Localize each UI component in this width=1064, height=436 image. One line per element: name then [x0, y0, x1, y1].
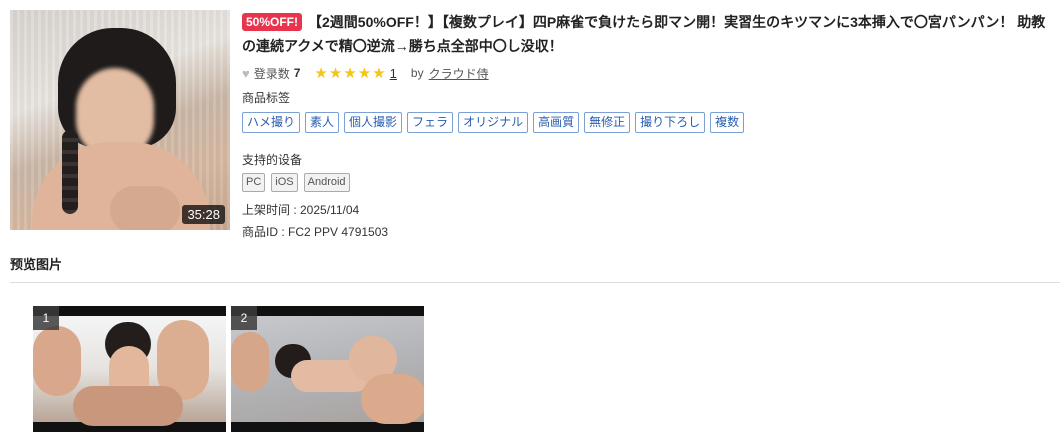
device-badge-android: Android — [303, 173, 350, 192]
favorite-label: 登录数 — [253, 66, 290, 81]
by-label: by — [410, 66, 424, 80]
product-thumbnail[interactable]: 35:28 — [10, 10, 230, 230]
tag-item[interactable]: 無修正 — [584, 112, 631, 133]
product-info: 50%OFF! 【2週間50%OFF！】【複数プレイ】四P麻雀で負けたら即マン開！… — [242, 10, 1057, 239]
device-badge-pc: PC — [242, 173, 266, 192]
preview-scene — [231, 316, 424, 424]
tag-item[interactable]: 撮り下ろし — [635, 112, 706, 133]
preview-figure — [73, 386, 183, 426]
review-count-link[interactable]: 1 — [390, 66, 397, 81]
product-id: 商品ID : FC2 PPV 4791503 — [242, 225, 389, 239]
tag-item[interactable]: ハメ撮り — [242, 112, 301, 133]
tag-item[interactable]: 複数 — [710, 112, 745, 133]
meta-row: ♥ 登录数 7 ★★★★★ 1 by クラウド侍 — [242, 64, 489, 82]
tags-label: 商品标签 — [242, 91, 291, 105]
section-divider — [10, 282, 1060, 283]
device-list: PC iOS Android — [242, 173, 350, 192]
favorite-count: 7 — [293, 66, 301, 80]
thumbnail-figure-braid — [62, 130, 78, 214]
heart-icon[interactable]: ♥ — [242, 66, 250, 81]
preview-scene — [33, 316, 226, 426]
tag-item[interactable]: 個人撮影 — [344, 112, 403, 133]
tag-item[interactable]: オリジナル — [458, 112, 529, 133]
device-badge-ios: iOS — [271, 173, 298, 192]
video-duration: 35:28 — [182, 205, 225, 224]
tag-item[interactable]: フェラ — [407, 112, 454, 133]
preview-image-2[interactable]: 2 — [231, 306, 424, 432]
product-title-text[interactable]: 【2週間50%OFF！】【複数プレイ】四P麻雀で負けたら即マン開！実習生のキツマ… — [242, 14, 1045, 54]
tag-item[interactable]: 素人 — [305, 112, 340, 133]
preview-figure — [33, 326, 81, 396]
seller-link[interactable]: クラウド侍 — [429, 65, 489, 82]
preview-number: 2 — [231, 306, 257, 330]
product-title[interactable]: 50%OFF! 【2週間50%OFF！】【複数プレイ】四P麻雀で負けたら即マン開！… — [242, 10, 1057, 58]
preview-heading: 预览图片 — [10, 257, 63, 272]
preview-number: 1 — [33, 306, 59, 330]
thumbnail-figure-hands — [110, 186, 180, 230]
preview-figure — [361, 374, 424, 424]
tag-list: ハメ撮り 素人 個人撮影 フェラ オリジナル 高画質 無修正 撮り下ろし 複数 — [242, 112, 745, 133]
star-rating: ★★★★★ — [314, 65, 387, 82]
sale-badge: 50%OFF! — [242, 13, 303, 31]
devices-label: 支持的设备 — [242, 153, 303, 167]
tag-item[interactable]: 高画質 — [533, 112, 580, 133]
release-date: 上架时间 : 2025/11/04 — [242, 203, 360, 217]
preview-image-1[interactable]: 1 — [33, 306, 226, 432]
preview-figure — [231, 332, 269, 392]
